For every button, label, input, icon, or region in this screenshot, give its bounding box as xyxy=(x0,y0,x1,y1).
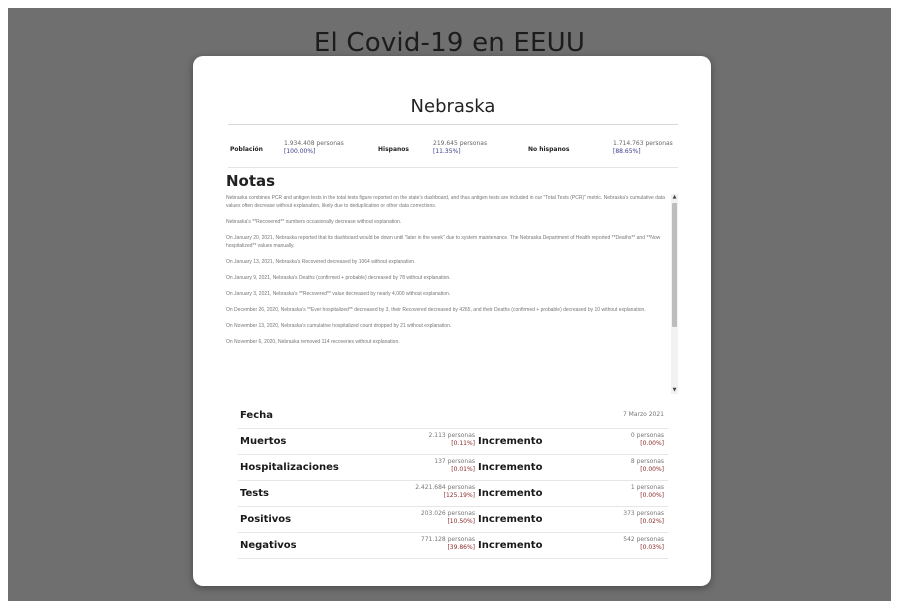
note-item: On January 9, 2021, Nebraska's Deaths (c… xyxy=(226,275,451,281)
population-value: 1.934.408 personas [100.00%] xyxy=(284,140,344,155)
no-hispanos-label: No hispanos xyxy=(528,146,570,153)
population-row: Población 1.934.408 personas [100.00%] H… xyxy=(228,139,678,163)
stat-value: 2.113 personas [0.11%] xyxy=(428,432,475,447)
page-background: El Covid-19 en EEUU Nebraska Población 1… xyxy=(8,8,891,601)
stat-value: 771.128 personas [39.86%] xyxy=(420,536,475,551)
increment-value: 8 personas [0.00%] xyxy=(630,458,664,473)
arrow-up-icon[interactable]: ▲ xyxy=(671,194,678,201)
arrow-down-icon[interactable]: ▼ xyxy=(671,387,678,394)
stats-row: Negativos 771.128 personas [39.86%] Incre… xyxy=(238,533,668,559)
fecha-value: 7 Marzo 2021 xyxy=(622,411,664,418)
hispanos-label: Hispanos xyxy=(378,146,409,153)
increment-label: Incremento xyxy=(478,488,543,499)
note-item: On January 20, 2021, Nebraska reported t… xyxy=(226,235,661,249)
stat-label: Muertos xyxy=(240,436,287,447)
divider xyxy=(228,124,678,125)
stats-table: Fecha 7 Marzo 2021 Muertos 2.113 persona… xyxy=(238,403,668,559)
stats-row: Hospitalizaciones 137 personas [0.01%] In… xyxy=(238,455,668,481)
scrollbar-thumb[interactable] xyxy=(672,203,677,327)
increment-value: 373 personas [0.02%] xyxy=(623,510,664,525)
stat-label: Hospitalizaciones xyxy=(240,462,339,473)
increment-label: Incremento xyxy=(478,462,543,473)
stat-label: Tests xyxy=(240,488,269,499)
note-item: On January 3, 2021, Nebraska's **Recover… xyxy=(226,291,451,297)
notes-scrollbar[interactable]: ▲ ▼ xyxy=(671,194,678,394)
population-label: Población xyxy=(230,146,263,153)
increment-label: Incremento xyxy=(478,436,543,447)
notes-title: Notas xyxy=(226,172,276,190)
stat-label: Positivos xyxy=(240,514,292,525)
stats-row: Positivos 203.026 personas [10.50%] Incre… xyxy=(238,507,668,533)
divider xyxy=(228,167,678,168)
increment-value: 1 personas [0.00%] xyxy=(630,484,664,499)
increment-label: Incremento xyxy=(478,540,543,551)
stats-row: Muertos 2.113 personas [0.11%] Incremento… xyxy=(238,429,668,455)
note-item: On December 26, 2020, Nebraska's **Ever … xyxy=(226,307,646,313)
note-item: On November 13, 2020, Nebraska's cumulat… xyxy=(226,323,452,329)
stat-value: 203.026 personas [10.50%] xyxy=(420,510,475,525)
fecha-row: Fecha 7 Marzo 2021 xyxy=(238,403,668,429)
state-title: Nebraska xyxy=(410,96,496,117)
note-item: On November 6, 2020, Nebraska removed 11… xyxy=(226,339,400,345)
hispanos-value: 219.645 personas [11.35%] xyxy=(433,140,488,155)
increment-value: 542 personas [0.03%] xyxy=(623,536,664,551)
note-item: Nebraska's **Recovered** numbers occasio… xyxy=(226,219,402,225)
notes-scroll-area[interactable]: Nebraska combines PCR and antigen tests … xyxy=(226,194,670,394)
stat-label: Negativos xyxy=(240,540,297,551)
stat-value: 137 personas [0.01%] xyxy=(434,458,475,473)
increment-label: Incremento xyxy=(478,514,543,525)
note-item: On January 13, 2021, Nebraska's Recovere… xyxy=(226,259,416,265)
note-item: Nebraska combines PCR and antigen tests … xyxy=(226,195,665,209)
no-hispanos-value: 1.714.763 personas [88.65%] xyxy=(613,140,673,155)
fecha-label: Fecha xyxy=(240,410,274,421)
app-title: El Covid-19 en EEUU xyxy=(313,28,586,58)
state-card: Nebraska Población 1.934.408 personas [1… xyxy=(193,56,711,586)
stat-value: 2.421.684 personas [125.19%] xyxy=(415,484,475,499)
stats-row: Tests 2.421.684 personas [125.19%] Increm… xyxy=(238,481,668,507)
increment-value: 0 personas [0.00%] xyxy=(630,432,664,447)
